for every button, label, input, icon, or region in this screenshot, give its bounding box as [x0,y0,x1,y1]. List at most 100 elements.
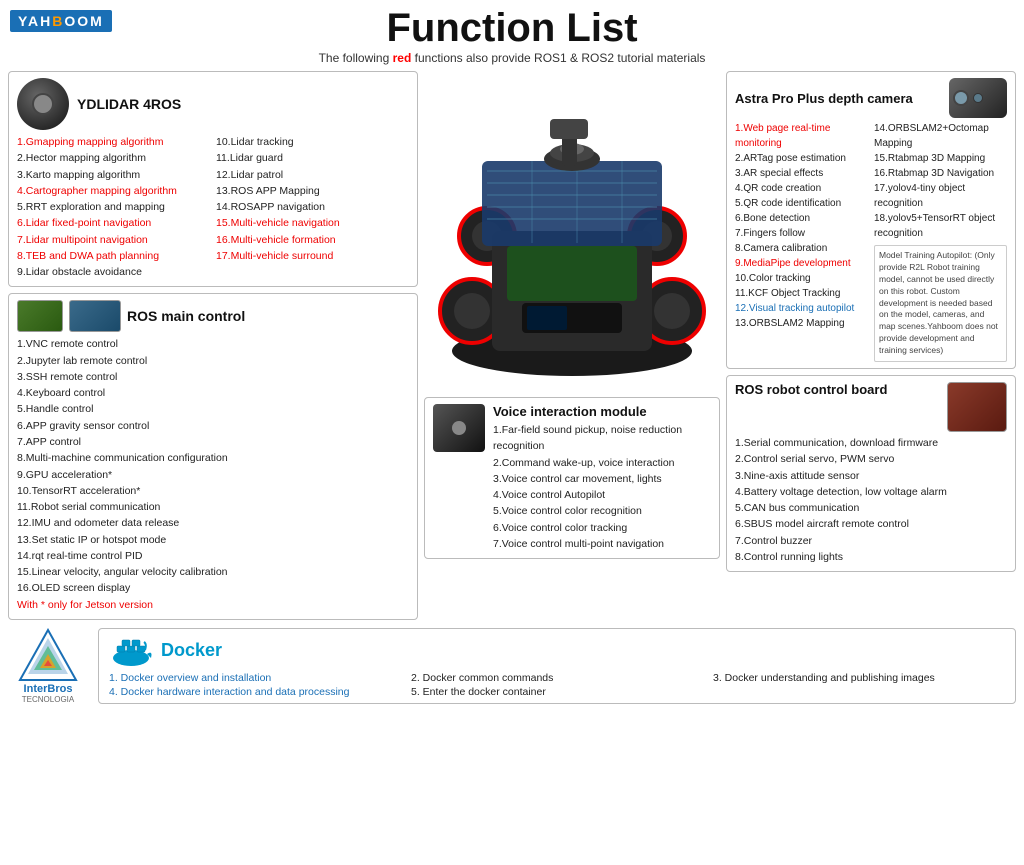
list-item: 12.Visual tracking autopilot [735,301,868,316]
interbros-sub: TECNOLOGIA [22,695,74,704]
list-item: 18.yolov5+TensorRT object recognition [874,211,1007,241]
list-item: 5.RRT exploration and mapping [17,199,210,215]
list-item: 16.OLED screen display [17,580,409,596]
ros-board-list: 1.Serial communication, download firmwar… [735,435,1007,565]
list-item: 16.Rtabmap 3D Navigation [874,166,1007,181]
list-item: 10.Lidar tracking [216,134,409,150]
list-item: 1.Serial communication, download firmwar… [735,435,1007,451]
list-item: 9.MediaPipe development [735,256,868,271]
ydlidar-image [17,78,69,130]
list-item: 11.Robot serial communication [17,499,409,515]
list-item: 8.Multi-machine communication configurat… [17,450,409,466]
list-item: 4.Keyboard control [17,385,409,401]
page-subtitle: The following red functions also provide… [0,51,1024,65]
astra-note: Model Training Autopilot: (Only provide … [874,245,1007,362]
list-item: 15.Rtabmap 3D Mapping [874,151,1007,166]
list-item: 4.Voice control Autopilot [493,487,711,503]
list-item: With * only for Jetson version [17,597,409,613]
list-item: 15.Linear velocity, angular velocity cal… [17,564,409,580]
interbros-name: InterBros [24,683,73,695]
list-item: 6.Voice control color tracking [493,520,711,536]
ros-main-list: 1.VNC remote control 2.Jupyter lab remot… [17,336,409,613]
docker-title: Docker [161,640,222,661]
list-item: 1.VNC remote control [17,336,409,352]
list-item: 6.SBUS model aircraft remote control [735,516,1007,532]
list-item: 2.Jupyter lab remote control [17,353,409,369]
list-item: 17.yolov4-tiny object recognition [874,181,1007,211]
list-item: 10.TensorRT acceleration* [17,483,409,499]
voice-image [433,404,485,452]
list-item: 8.TEB and DWA path planning [17,248,210,264]
raspberry-pi-image [17,300,63,332]
list-item: 3.AR special effects [735,166,868,181]
list-item: 3.Nine-axis attitude sensor [735,468,1007,484]
astra-col2-list: 14.ORBSLAM2+Octomap Mapping 15.Rtabmap 3… [874,121,1007,241]
yahboom-logo: YAHBOOM [10,10,112,32]
list-item: 7.Fingers follow [735,226,868,241]
list-item: 3.Karto mapping algorithm [17,167,210,183]
ydlidar-title: YDLIDAR 4ROS [77,96,181,112]
interbros-triangle-svg [18,628,78,683]
interbros-logo: InterBros TECNOLOGIA [8,628,88,704]
list-item: 4.Battery voltage detection, low voltage… [735,484,1007,500]
docker-item-5: 5. Enter the docker container [411,686,703,698]
list-item: 5.QR code identification [735,196,868,211]
docker-icon [109,634,153,668]
list-item: 7.Voice control multi-point navigation [493,536,711,552]
list-item: 11.KCF Object Tracking [735,286,868,301]
list-item: 7.Control buzzer [735,533,1007,549]
list-item: 3.Voice control car movement, lights [493,471,711,487]
list-item: 11.Lidar guard [216,150,409,166]
list-item: 1.Web page real-time monitoring [735,121,868,151]
robot-svg [432,81,712,391]
list-item: 6.Bone detection [735,211,868,226]
ros-board-title: ROS robot control board [735,382,887,397]
list-item: 4.Cartographer mapping algorithm [17,183,210,199]
astra-camera-image [949,78,1007,118]
voice-title: Voice interaction module [493,404,711,419]
ros-board-section: ROS robot control board 1.Serial communi… [726,375,1016,572]
astra-col1-list: 1.Web page real-time monitoring 2.ARTag … [735,121,868,331]
docker-item-4: 4. Docker hardware interaction and data … [109,686,401,698]
list-item: 2.Command wake-up, voice interaction [493,455,711,471]
voice-list: 1.Far-field sound pickup, noise reductio… [493,422,711,552]
list-item: 1.Far-field sound pickup, noise reductio… [493,422,711,455]
list-item: 5.Handle control [17,401,409,417]
list-item: 1.Gmapping mapping algorithm [17,134,210,150]
list-item: 6.APP gravity sensor control [17,418,409,434]
list-item: 16.Multi-vehicle formation [216,232,409,248]
list-item: 12.IMU and odometer data release [17,515,409,531]
docker-item-3: 3. Docker understanding and publishing i… [713,672,1005,684]
ydlidar-col2-list: 10.Lidar tracking 11.Lidar guard 12.Lida… [216,134,409,264]
jetson-image [69,300,121,332]
robot-image-area [424,71,720,391]
voice-section: Voice interaction module 1.Far-field sou… [424,397,720,559]
docker-item-2: 2. Docker common commands [411,672,703,684]
list-item: 4.QR code creation [735,181,868,196]
list-item: 14.ROSAPP navigation [216,199,409,215]
astra-section: Astra Pro Plus depth camera 1.Web page r… [726,71,1016,369]
list-item: 14.ORBSLAM2+Octomap Mapping [874,121,1007,151]
ydlidar-col1-list: 1.Gmapping mapping algorithm 2.Hector ma… [17,134,210,280]
list-item: 12.Lidar patrol [216,167,409,183]
list-item: 15.Multi-vehicle navigation [216,215,409,231]
list-item: 2.Hector mapping algorithm [17,150,210,166]
list-item: 9.GPU acceleration* [17,467,409,483]
list-item: 7.APP control [17,434,409,450]
ydlidar-section: YDLIDAR 4ROS 1.Gmapping mapping algorith… [8,71,418,287]
ros-main-section: ROS main control 1.VNC remote control 2.… [8,293,418,620]
list-item: 14.rqt real-time control PID [17,548,409,564]
list-item: 13.ROS APP Mapping [216,183,409,199]
list-item: 17.Multi-vehicle surround [216,248,409,264]
list-item: 3.SSH remote control [17,369,409,385]
page-title: Function List [0,0,1024,51]
list-item: 5.Voice control color recognition [493,503,711,519]
list-item: 10.Color tracking [735,271,868,286]
list-item: 8.Control running lights [735,549,1007,565]
ros-board-image [947,382,1007,432]
list-item: 6.Lidar fixed-point navigation [17,215,210,231]
docker-item-1: 1. Docker overview and installation [109,672,401,684]
list-item: 7.Lidar multipoint navigation [17,232,210,248]
list-item: 5.CAN bus communication [735,500,1007,516]
list-item: 2.ARTag pose estimation [735,151,868,166]
